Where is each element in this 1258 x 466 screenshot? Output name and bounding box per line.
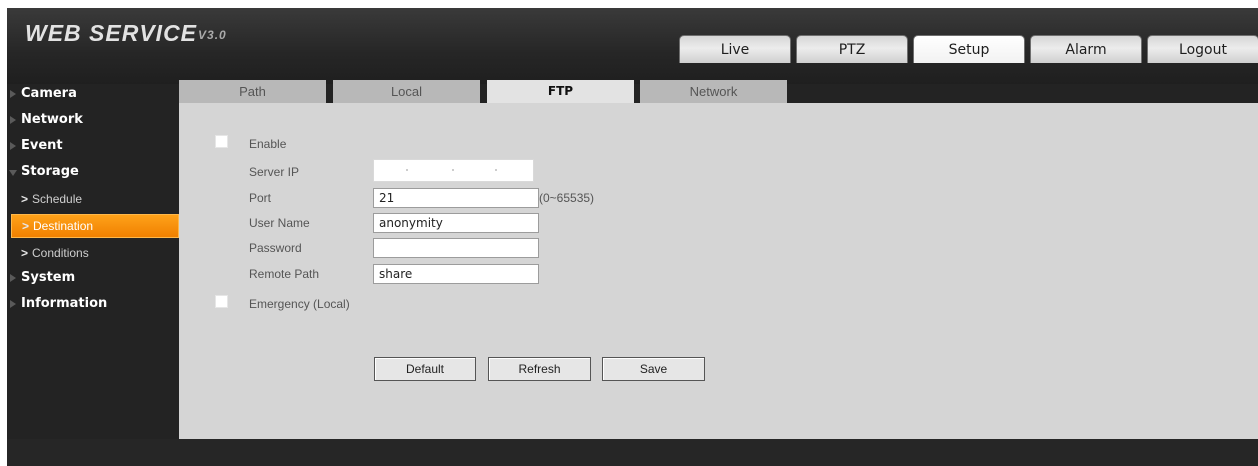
emergency-checkbox[interactable] bbox=[215, 295, 228, 308]
nav-live-button[interactable]: Live bbox=[679, 35, 791, 63]
port-input[interactable] bbox=[373, 188, 539, 208]
tab-network[interactable]: Network bbox=[640, 80, 787, 103]
sidebar-item-label: Information bbox=[21, 296, 108, 311]
chevron-right-icon: > bbox=[21, 246, 29, 260]
sidebar-subitem-label: Schedule bbox=[32, 192, 83, 206]
logo-version: V3.0 bbox=[198, 28, 227, 42]
sidebar-item-network[interactable]: Network bbox=[7, 110, 179, 130]
sidebar-item-camera[interactable]: Camera bbox=[7, 84, 179, 104]
triangle-right-icon bbox=[10, 300, 16, 308]
app-window: WEB SERVICEV3.0 Live PTZ Setup Alarm Log… bbox=[7, 8, 1258, 466]
ip-separator-dot bbox=[406, 169, 408, 171]
sidebar-item-label: Network bbox=[21, 112, 83, 127]
tab-local[interactable]: Local bbox=[333, 80, 480, 103]
sidebar-item-label: Event bbox=[21, 138, 63, 153]
sidebar-item-event[interactable]: Event bbox=[7, 136, 179, 156]
sidebar-subitem-label: Conditions bbox=[32, 246, 89, 260]
emergency-label: Emergency (Local) bbox=[249, 297, 350, 311]
sidebar-subitem-conditions[interactable]: > Conditions bbox=[7, 242, 179, 264]
app-logo: WEB SERVICEV3.0 bbox=[25, 20, 227, 47]
refresh-button[interactable]: Refresh bbox=[488, 357, 591, 381]
enable-label: Enable bbox=[249, 137, 287, 151]
tab-ftp[interactable]: FTP bbox=[487, 80, 634, 103]
sidebar-item-label: Camera bbox=[21, 86, 77, 101]
triangle-right-icon bbox=[10, 142, 16, 150]
enable-checkbox[interactable] bbox=[215, 135, 228, 148]
sidebar-item-information[interactable]: Information bbox=[7, 294, 179, 314]
server-ip-input[interactable] bbox=[373, 159, 534, 182]
nav-alarm-button[interactable]: Alarm bbox=[1030, 35, 1142, 63]
footer-bar bbox=[7, 439, 1258, 466]
ip-separator-dot bbox=[452, 169, 454, 171]
port-label: Port bbox=[249, 191, 272, 205]
chevron-right-icon: > bbox=[21, 192, 29, 206]
ip-separator-dot bbox=[495, 169, 497, 171]
triangle-down-icon bbox=[9, 170, 17, 176]
triangle-right-icon bbox=[10, 274, 16, 282]
sidebar-item-label: System bbox=[21, 270, 76, 285]
port-range-hint: (0~65535) bbox=[539, 191, 595, 205]
sidebar-subitem-label: Destination bbox=[33, 219, 94, 233]
main-panel: Path Local FTP Network Enable Server IP … bbox=[179, 80, 1258, 439]
remote-path-input[interactable] bbox=[373, 264, 539, 284]
password-input[interactable] bbox=[373, 238, 539, 258]
tab-bar: Path Local FTP Network bbox=[179, 80, 1258, 103]
tab-path[interactable]: Path bbox=[179, 80, 326, 103]
sidebar-subitem-destination[interactable]: > Destination bbox=[11, 214, 179, 238]
triangle-right-icon bbox=[10, 90, 16, 98]
sidebar-subitem-schedule[interactable]: > Schedule bbox=[7, 188, 179, 210]
default-button[interactable]: Default bbox=[374, 357, 476, 381]
nav-ptz-button[interactable]: PTZ bbox=[796, 35, 908, 63]
triangle-right-icon bbox=[10, 116, 16, 124]
nav-logout-button[interactable]: Logout bbox=[1147, 35, 1258, 63]
server-ip-label: Server IP bbox=[249, 165, 300, 179]
logo-text: WEB SERVICE bbox=[25, 20, 198, 46]
sidebar-item-storage[interactable]: Storage bbox=[7, 162, 179, 182]
sidebar-item-label: Storage bbox=[21, 164, 79, 179]
header-bar: WEB SERVICEV3.0 Live PTZ Setup Alarm Log… bbox=[7, 8, 1258, 84]
password-label: Password bbox=[249, 241, 302, 255]
remote-path-label: Remote Path bbox=[249, 267, 320, 281]
sidebar: Camera Network Event Storage > Schedule >… bbox=[7, 84, 179, 320]
username-input[interactable] bbox=[373, 213, 539, 233]
chevron-right-icon: > bbox=[22, 219, 30, 233]
ftp-settings-form: Enable Server IP Port (0~65535) User Nam… bbox=[179, 103, 1258, 439]
save-button[interactable]: Save bbox=[602, 357, 705, 381]
username-label: User Name bbox=[249, 216, 310, 230]
nav-setup-button[interactable]: Setup bbox=[913, 35, 1025, 63]
sidebar-item-system[interactable]: System bbox=[7, 268, 179, 288]
